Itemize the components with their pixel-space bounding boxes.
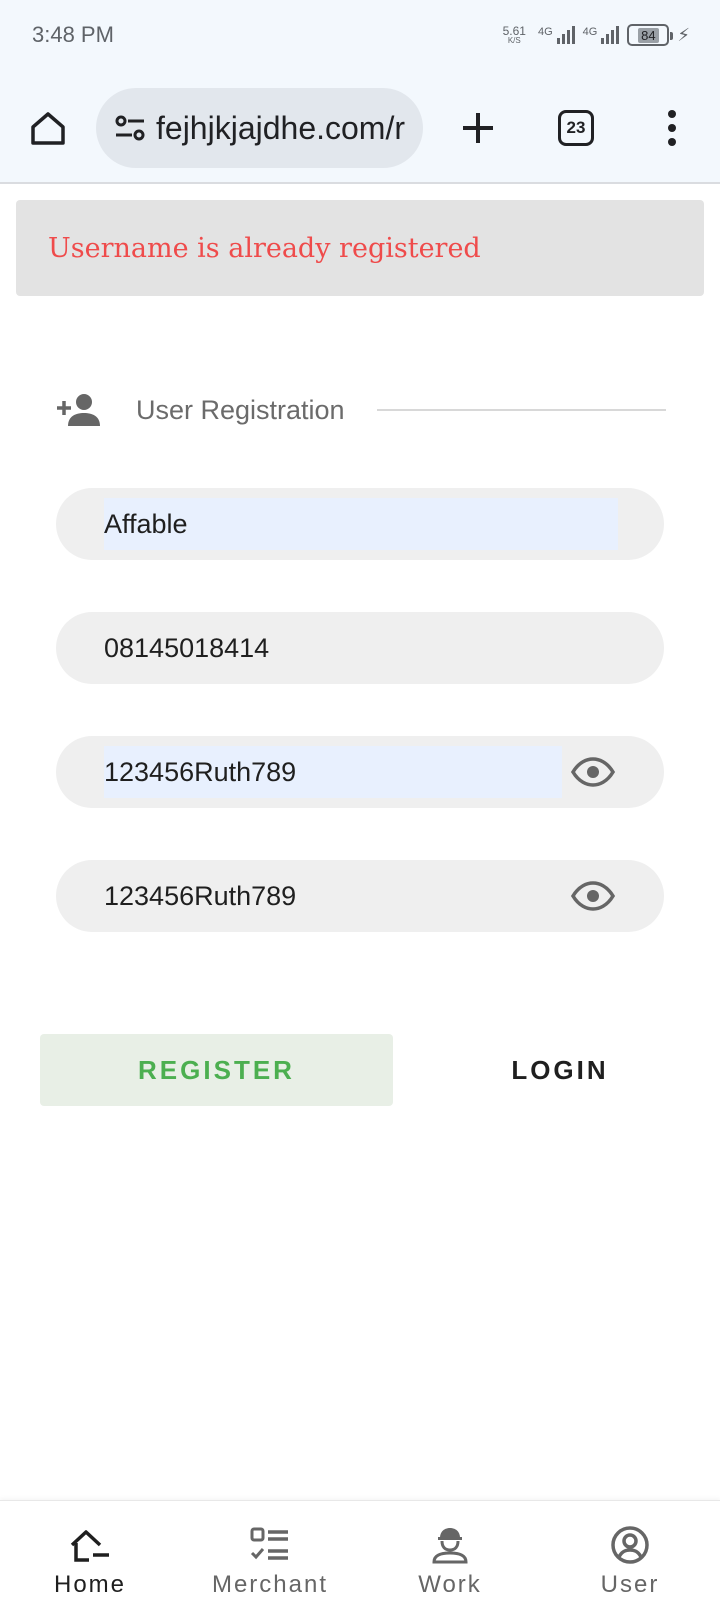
browser-toolbar: fejhjkjajdhe.com/r 23 [0,74,720,184]
more-menu-icon[interactable] [654,102,690,154]
battery-level: 84 [638,27,659,43]
section-divider [376,409,666,411]
nav-item-work[interactable]: Work [360,1501,540,1612]
error-message: Username is already registered [48,232,481,264]
section-header: User Registration [56,390,666,430]
eye-icon[interactable] [570,878,616,914]
nav-item-home[interactable]: Home [0,1501,180,1612]
battery-icon: 84 [627,24,674,46]
site-settings-icon[interactable] [110,108,150,148]
home-icon [68,1523,112,1567]
phone-field[interactable]: 08145018414 [56,612,664,684]
password-value: 123456Ruth789 [104,746,562,798]
signal-icon: 4G [538,26,575,44]
error-banner: Username is already registered [16,200,704,296]
bottom-nav: Home Merchant Work User [0,1500,720,1612]
status-bar: 3:48 PM 5.61 K/S 4G 4G 84 ⚡ [0,0,720,74]
confirm-password-value: 123456Ruth789 [104,880,297,911]
account-circle-icon [608,1523,652,1567]
sim1-label: 4G [537,26,553,38]
network-speed: 5.61 K/S [503,25,526,45]
nav-label-user: User [600,1571,660,1598]
nav-item-merchant[interactable]: Merchant [180,1501,360,1612]
new-tab-icon[interactable] [452,102,504,154]
engineer-icon [428,1523,472,1567]
home-icon[interactable] [24,104,72,152]
url-text: fejhjkjajdhe.com/r [156,109,405,146]
status-icons: 5.61 K/S 4G 4G 84 ⚡ [503,20,690,50]
phone-value: 08145018414 [104,632,270,663]
nav-label-work: Work [418,1571,482,1598]
username-field[interactable]: Affable [56,488,664,560]
register-button[interactable]: REGISTER [40,1034,393,1106]
nav-label-merchant: Merchant [211,1571,329,1598]
sim2-label: 4G [582,26,598,38]
address-bar[interactable]: fejhjkjajdhe.com/r [96,88,423,168]
username-value: Affable [104,498,618,550]
nav-item-user[interactable]: User [540,1501,720,1612]
confirm-password-field[interactable]: 123456Ruth789 [56,860,664,932]
network-speed-unit: K/S [507,36,521,45]
eye-icon[interactable] [570,754,616,790]
section-title: User Registration [136,394,345,425]
nav-label-home: Home [53,1571,127,1598]
person-add-icon [56,390,104,430]
status-time: 3:48 PM [32,22,114,47]
login-button[interactable]: LOGIN [420,1034,700,1106]
signal-icon: 4G [583,26,620,44]
tab-switcher-button[interactable]: 23 [558,110,594,146]
password-field[interactable]: 123456Ruth789 [56,736,664,808]
checklist-icon [248,1523,292,1567]
charging-icon: ⚡ [677,24,690,45]
